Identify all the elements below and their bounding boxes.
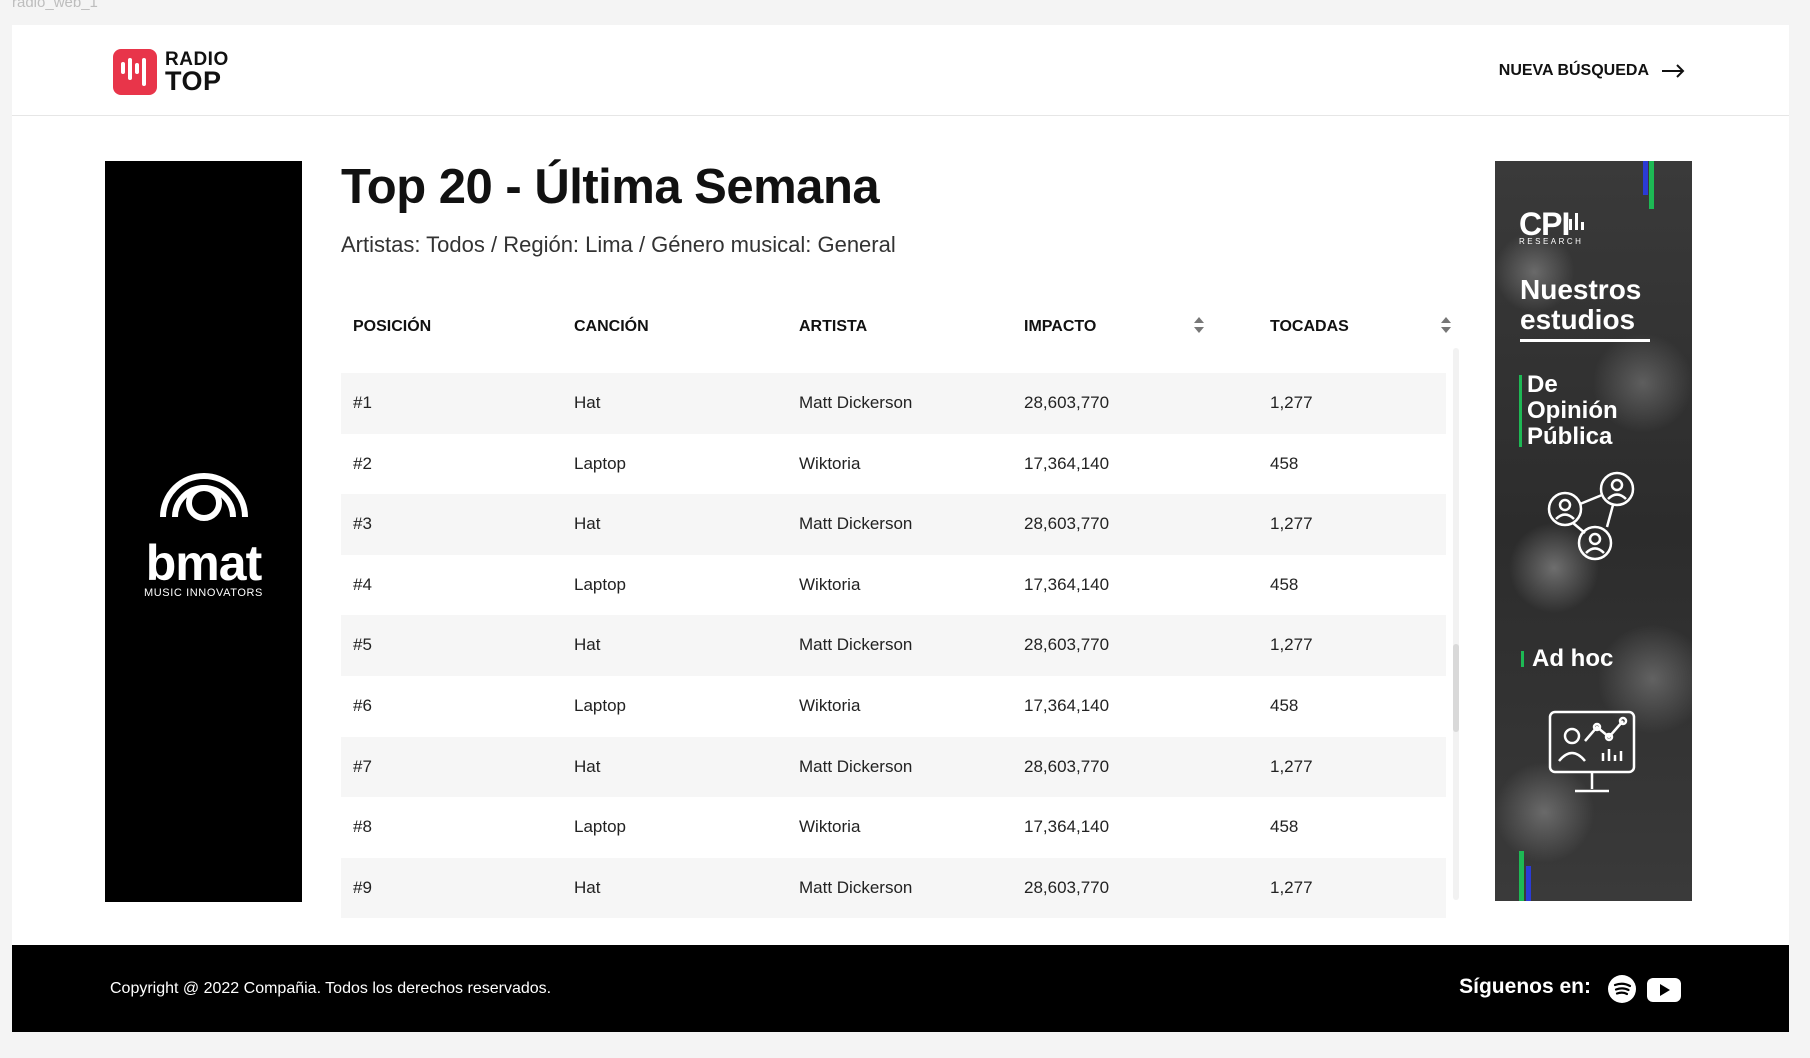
cell-song: Laptop	[574, 453, 626, 473]
cell-position: #1	[353, 393, 372, 412]
cell-artist: Matt Dickerson	[799, 514, 913, 534]
logo-line2: TOP	[165, 66, 222, 96]
cell-impact: 17,364,140	[1024, 817, 1110, 837]
cell-song: Hat	[574, 635, 601, 655]
copyright-text: Copyright @ 2022 Compañia. Todos los der…	[110, 980, 552, 997]
logo-mark-icon	[113, 49, 157, 95]
sort-impact-icon[interactable]	[1193, 316, 1205, 334]
cell-plays: 1,277	[1270, 756, 1313, 776]
header: RADIO TOP NUEVA BÚSQUEDA	[12, 25, 1789, 116]
youtube-icon[interactable]	[1647, 978, 1681, 1002]
cell-song: Hat	[574, 877, 601, 897]
cpi-ad-banner[interactable]: CPI RESEARCH Nuestros estudios De Opinió…	[1495, 161, 1692, 901]
table-row[interactable]: #8 Laptop Wiktoria 17,364,140 458	[341, 797, 1446, 858]
cell-song: Laptop	[574, 695, 626, 715]
cell-impact: 17,364,140	[1024, 695, 1110, 715]
bmat-logo-icon	[160, 473, 248, 521]
cell-artist: Matt Dickerson	[799, 393, 913, 412]
column-header-song: CANCIÓN	[574, 318, 649, 335]
cell-plays: 458	[1270, 574, 1299, 594]
cell-artist: Matt Dickerson	[799, 756, 913, 776]
column-header-plays[interactable]: TOCADAS	[1270, 318, 1349, 336]
ad-item-opinion: De Opinión Pública	[1527, 371, 1618, 450]
logo-text: RADIO TOP	[165, 50, 229, 96]
cell-plays: 1,277	[1270, 635, 1313, 655]
cell-artist: Matt Dickerson	[799, 635, 913, 655]
ad-heading-underline	[1520, 339, 1650, 342]
cell-artist: Wiktoria	[799, 574, 861, 594]
cell-position: #6	[353, 695, 372, 715]
cell-impact: 28,603,770	[1024, 756, 1110, 776]
cell-position: #3	[353, 514, 372, 534]
sort-plays-icon[interactable]	[1440, 316, 1452, 334]
cell-impact: 28,603,770	[1024, 393, 1110, 412]
table-header: POSICIÓN CANCIÓN ARTISTA IMPACTO TOCADAS	[341, 305, 1451, 345]
ad-accent-bar	[1643, 161, 1648, 195]
cell-impact: 17,364,140	[1024, 574, 1110, 594]
ranking-table: POSICIÓN CANCIÓN ARTISTA IMPACTO TOCADAS…	[341, 305, 1451, 919]
cell-plays: 458	[1270, 817, 1299, 837]
cpi-logo-sub: RESEARCH	[1519, 237, 1584, 246]
cell-position: #2	[353, 453, 372, 473]
new-search-label: NUEVA BÚSQUEDA	[1498, 62, 1649, 79]
cell-position: #8	[353, 817, 372, 837]
follow-us-label: Síguenos en:	[1459, 975, 1591, 998]
ad-accent-bar	[1649, 161, 1654, 209]
spotify-icon[interactable]	[1608, 975, 1636, 1003]
column-header-artist: ARTISTA	[799, 318, 868, 335]
cell-plays: 1,277	[1270, 514, 1313, 534]
table-row[interactable]: #3 Hat Matt Dickerson 28,603,770 1,277	[341, 494, 1446, 555]
new-search-link[interactable]: NUEVA BÚSQUEDA	[1499, 62, 1685, 80]
footer: Copyright @ 2022 Compañia. Todos los der…	[12, 945, 1789, 1032]
cell-song: Hat	[574, 393, 601, 412]
cell-plays: 1,277	[1270, 877, 1313, 897]
cell-plays: 458	[1270, 695, 1299, 715]
cell-plays: 458	[1270, 453, 1299, 473]
table-row[interactable]: #9 Hat Matt Dickerson 28,603,770 1,277	[341, 857, 1446, 919]
table-row[interactable]: #5 Hat Matt Dickerson 28,603,770 1,277	[341, 615, 1446, 676]
cell-artist: Wiktoria	[799, 453, 861, 473]
radio-top-logo[interactable]: RADIO TOP	[113, 49, 229, 95]
column-header-impact[interactable]: IMPACTO	[1024, 318, 1096, 336]
table-row[interactable]: #1 Hat Matt Dickerson 28,603,770 1,277	[341, 373, 1446, 434]
ad-heading: Nuestros estudios	[1520, 274, 1642, 335]
bmat-ad-banner[interactable]: bmat MUSIC INNOVATORS	[105, 161, 302, 902]
cell-artist: Wiktoria	[799, 695, 861, 715]
ad-item-adhoc: Ad hoc	[1532, 645, 1614, 672]
cell-position: #7	[353, 756, 372, 776]
column-header-position: POSICIÓN	[353, 318, 432, 335]
table-row[interactable]: #6 Laptop Wiktoria 17,364,140 458	[341, 676, 1446, 737]
monitor-analytics-icon	[1548, 710, 1636, 793]
table-body: #1 Hat Matt Dickerson 28,603,770 1,277 #2 Lapt…	[341, 373, 1446, 919]
cell-position: #9	[353, 877, 372, 897]
table-row[interactable]: #7 Hat Matt Dickerson 28,603,770 1,277	[341, 736, 1446, 798]
filter-summary: Artistas: Todos / Región: Lima / Género …	[341, 232, 896, 257]
bmat-tagline: MUSIC INNOVATORS	[144, 587, 263, 599]
frame-label: radio_web_1	[12, 0, 98, 11]
network-people-icon	[1547, 471, 1635, 561]
cell-position: #5	[353, 635, 372, 655]
cell-song: Hat	[574, 756, 601, 776]
table-row[interactable]: #2 Laptop Wiktoria 17,364,140 458	[341, 434, 1446, 495]
page-title: Top 20 - Última Semana	[341, 160, 880, 214]
table-scrollbar[interactable]	[1453, 348, 1459, 900]
cell-artist: Wiktoria	[799, 817, 861, 837]
arrow-right-icon	[1662, 64, 1685, 78]
cell-artist: Matt Dickerson	[799, 877, 913, 897]
cell-impact: 28,603,770	[1024, 877, 1110, 897]
cell-song: Hat	[574, 514, 601, 534]
cell-impact: 17,364,140	[1024, 453, 1110, 473]
cell-impact: 28,603,770	[1024, 635, 1110, 655]
cell-plays: 1,277	[1270, 393, 1313, 412]
cell-position: #4	[353, 574, 372, 594]
cell-song: Laptop	[574, 817, 626, 837]
scrollbar-thumb[interactable]	[1453, 644, 1459, 732]
cell-song: Laptop	[574, 574, 626, 594]
page: RADIO TOP NUEVA BÚSQUEDA bmat MUSIC INNO…	[12, 25, 1789, 1032]
table-row[interactable]: #4 Laptop Wiktoria 17,364,140 458	[341, 555, 1446, 616]
bmat-brand: bmat	[145, 535, 262, 591]
cell-impact: 28,603,770	[1024, 514, 1110, 534]
